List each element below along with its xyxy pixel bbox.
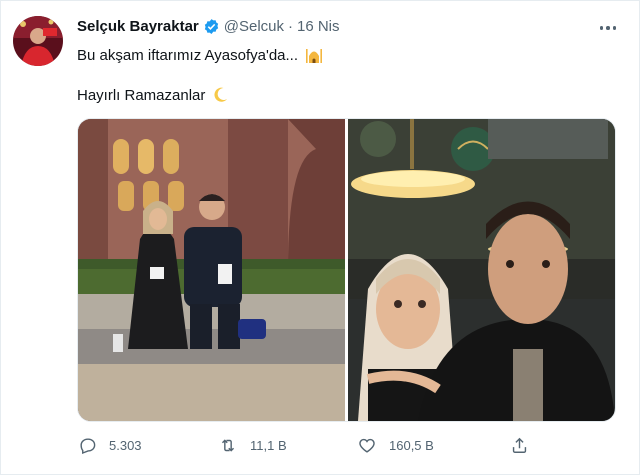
tweet-text: Hayırlı Ramazanlar xyxy=(77,86,206,104)
verified-badge-icon xyxy=(203,18,220,35)
tweet-text: Bu akşam iftarımız Ayasofya'da... xyxy=(77,46,299,64)
reply-icon xyxy=(78,436,97,455)
tweet-text-line2: Hayırlı Ramazanlar xyxy=(77,86,229,104)
tweet-header: Selçuk Bayraktar @Selcuk · 16 Nis xyxy=(77,18,340,35)
author-handle[interactable]: @Selcuk xyxy=(224,18,284,35)
tweet-text-line1: Bu akşam iftarımız Ayasofya'da... xyxy=(77,46,324,64)
author-name[interactable]: Selçuk Bayraktar xyxy=(77,18,199,35)
share-button[interactable] xyxy=(510,436,541,455)
retweet-icon xyxy=(218,436,238,455)
photo-couple-outdoor[interactable] xyxy=(78,119,345,421)
mosque-icon xyxy=(304,46,324,64)
tweet-actions: 5.303 11,1 B 160,5 B xyxy=(0,436,640,458)
separator-dot: · xyxy=(288,18,293,35)
like-button[interactable]: 160,5 B xyxy=(357,436,434,455)
tweet-media[interactable] xyxy=(77,118,616,422)
reply-button[interactable]: 5.303 xyxy=(78,436,142,455)
photo-couple-selfie[interactable] xyxy=(348,119,615,421)
more-options-icon[interactable] xyxy=(598,20,618,36)
like-count: 160,5 B xyxy=(389,438,434,453)
retweet-count: 11,1 B xyxy=(250,438,287,453)
heart-icon xyxy=(357,436,377,455)
tweet-date[interactable]: 16 Nis xyxy=(297,18,340,35)
avatar[interactable] xyxy=(13,16,63,66)
share-icon xyxy=(510,436,529,455)
reply-count: 5.303 xyxy=(109,438,142,453)
retweet-button[interactable]: 11,1 B xyxy=(218,436,287,455)
crescent-moon-icon xyxy=(211,86,229,104)
